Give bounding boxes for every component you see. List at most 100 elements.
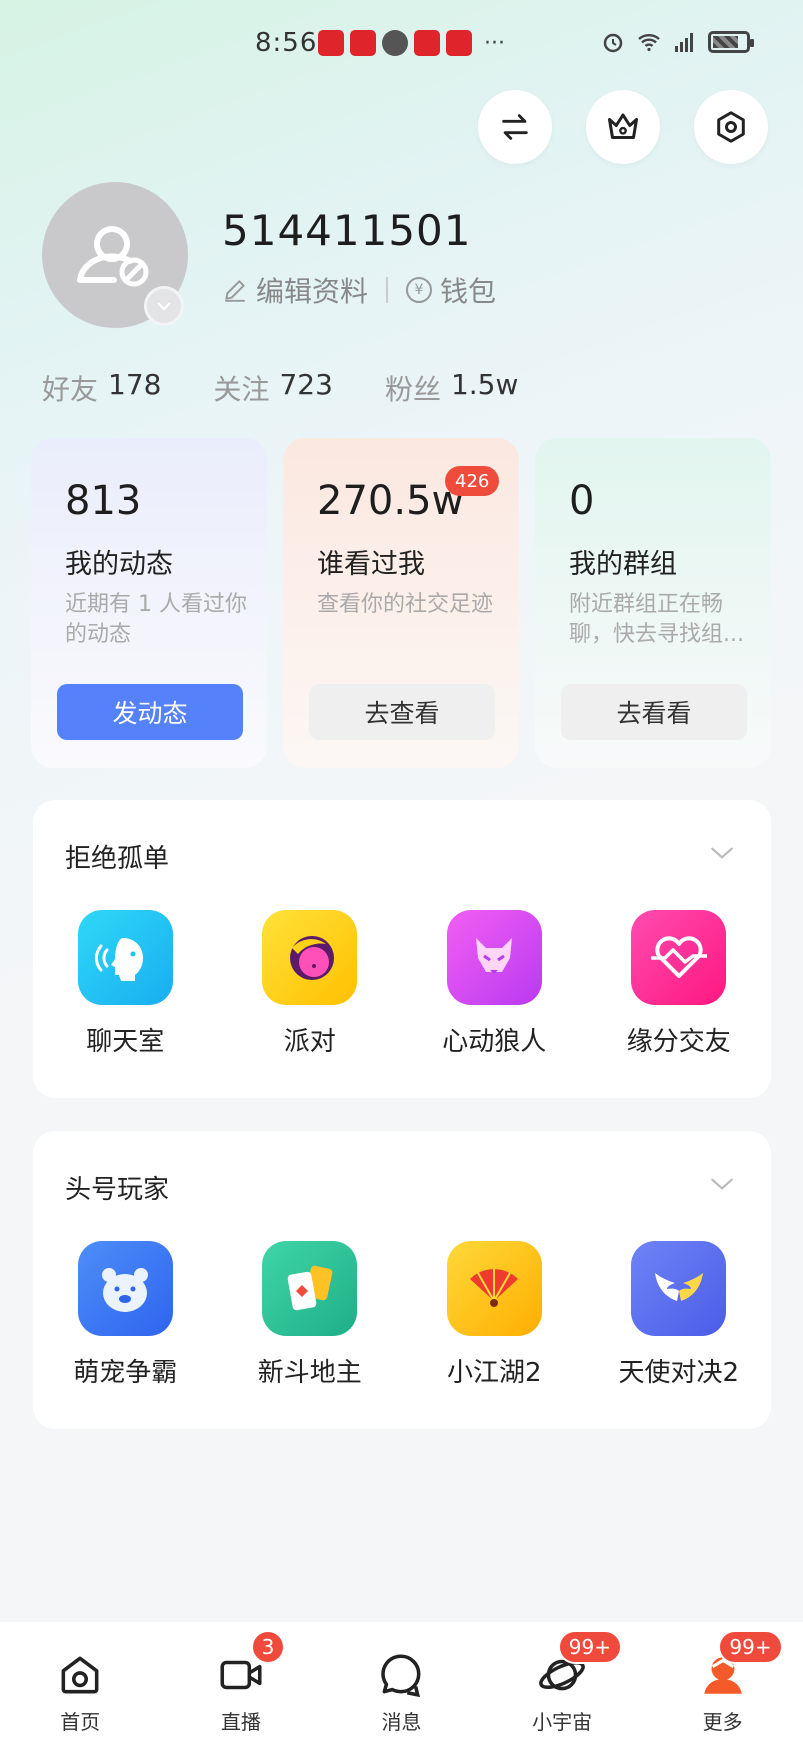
- post-button[interactable]: 发动态: [57, 684, 243, 740]
- app-angel-duel[interactable]: 天使对决2: [587, 1241, 772, 1389]
- wallet-icon: ¥: [406, 277, 433, 303]
- card-title: 谁看过我: [317, 549, 425, 580]
- nav-label: 直播: [220, 1710, 261, 1734]
- system-icons: [600, 30, 754, 54]
- swap-icon: [502, 114, 528, 140]
- settings-button[interactable]: [694, 90, 768, 164]
- profile-actions: 编辑资料 ¥ 钱包: [222, 270, 496, 310]
- bottom-nav: 首页 直播 3 消息 小宇宙 99+ 更多 99+: [0, 1622, 803, 1739]
- message-notification-icon: [382, 30, 408, 56]
- battery-icon: [708, 31, 754, 53]
- browse-groups-button[interactable]: 去看看: [561, 684, 747, 740]
- stat-following[interactable]: 关注 723: [213, 368, 332, 408]
- switch-account-button[interactable]: [478, 90, 552, 164]
- nav-universe[interactable]: 小宇宙 99+: [482, 1622, 643, 1739]
- notification-icons: ···: [318, 30, 505, 56]
- app-label: 小江湖2: [446, 1358, 542, 1388]
- alarm-icon: [603, 33, 623, 53]
- nav-more[interactable]: 更多 99+: [642, 1622, 803, 1739]
- app-label: 派对: [283, 1027, 336, 1057]
- app-grid: 萌宠争霸 新斗地主 小江湖2 天使对决2: [33, 1241, 771, 1389]
- view-button[interactable]: 去查看: [309, 684, 495, 740]
- app-label: 心动狼人: [442, 1027, 547, 1057]
- message-bubble-icon: [381, 1654, 421, 1698]
- card-description: 近期有 1 人看过你的动态: [65, 592, 247, 647]
- card-title: 我的动态: [65, 549, 173, 580]
- app-notification-icon: [318, 30, 344, 56]
- stat-fans[interactable]: 粉丝 1.5w: [385, 368, 518, 408]
- app-party[interactable]: 派对: [218, 910, 403, 1058]
- app-label: 聊天室: [86, 1027, 165, 1057]
- card-title: 我的群组: [569, 549, 677, 580]
- app-heart-match[interactable]: 缘分交友: [587, 910, 772, 1058]
- section-title: 头号玩家: [65, 1175, 170, 1205]
- app-label: 新斗地主: [257, 1358, 362, 1388]
- pencil-icon: [225, 280, 245, 302]
- more-notifications: ···: [484, 30, 505, 56]
- nav-label: 更多: [702, 1710, 743, 1734]
- werewolf-icon: [446, 910, 542, 1005]
- heart-match-icon: [631, 910, 727, 1005]
- chat-room-icon: [77, 910, 173, 1005]
- stat-label: 粉丝: [384, 373, 441, 406]
- app-landlord[interactable]: 新斗地主: [218, 1241, 403, 1389]
- my-groups-card[interactable]: 0 我的群组 附近群组正在畅聊，快去寻找组... 去看看: [535, 438, 771, 768]
- app-notification-icon: [414, 30, 440, 56]
- card-number: 270.5w: [317, 478, 465, 524]
- app-grid: 聊天室 派对 心动狼人 缘分交友: [33, 910, 771, 1058]
- live-badge: 3: [250, 1630, 286, 1664]
- status-time: 8:56: [255, 28, 318, 58]
- card-description: 附近群组正在畅聊，快去寻找组...: [569, 592, 744, 647]
- app-notification-icon: [446, 30, 472, 56]
- wings-icon: [631, 1241, 727, 1336]
- divider: [386, 277, 389, 303]
- bear-icon: [77, 1241, 173, 1336]
- edit-profile-button[interactable]: 编辑资料: [222, 270, 368, 310]
- stat-value: 1.5w: [450, 368, 519, 401]
- more-badge: 99+: [718, 1630, 783, 1664]
- profile-stats: 好友 178 关注 723 粉丝 1.5w: [42, 368, 570, 408]
- app-werewolf[interactable]: 心动狼人: [402, 910, 587, 1058]
- section-title: 拒绝孤单: [65, 844, 170, 874]
- stat-value: 723: [279, 368, 333, 401]
- nav-live[interactable]: 直播 3: [161, 1622, 322, 1739]
- app-label: 缘分交友: [626, 1027, 731, 1057]
- universe-badge: 99+: [557, 1630, 622, 1664]
- wallet-button[interactable]: ¥ 钱包: [406, 270, 496, 310]
- home-icon: [61, 1656, 99, 1694]
- card-description: 查看你的社交足迹: [317, 592, 494, 617]
- section-games: 头号玩家 萌宠争霸 新斗地主 小江湖2 天使对决2: [33, 1131, 771, 1429]
- app-chat-room[interactable]: 聊天室: [33, 910, 218, 1058]
- crown-icon: [608, 113, 638, 139]
- nav-home[interactable]: 首页: [0, 1622, 161, 1739]
- chevron-down-icon[interactable]: [709, 1171, 735, 1197]
- nav-label: 消息: [381, 1710, 422, 1734]
- nav-label: 首页: [60, 1710, 101, 1734]
- new-views-badge: 426: [445, 466, 500, 496]
- stat-friends[interactable]: 好友 178: [42, 368, 161, 408]
- username: 514411501: [222, 206, 472, 255]
- nav-label: 小宇宙: [532, 1710, 593, 1734]
- my-posts-card[interactable]: 813 我的动态 近期有 1 人看过你的动态 发动态: [31, 438, 267, 768]
- vip-button[interactable]: [586, 90, 660, 164]
- edit-profile-label: 编辑资料: [256, 275, 369, 308]
- card-number: 813: [65, 478, 142, 524]
- chevron-down-icon[interactable]: [709, 840, 735, 866]
- stat-label: 好友: [42, 373, 99, 406]
- wifi-icon: [638, 34, 660, 52]
- app-pet-battle[interactable]: 萌宠争霸: [33, 1241, 218, 1389]
- status-bar: 8:56 ···: [0, 22, 803, 66]
- nav-messages[interactable]: 消息: [321, 1622, 482, 1739]
- app-label: 萌宠争霸: [73, 1358, 178, 1388]
- cards-icon: [262, 1241, 358, 1336]
- card-number: 0: [569, 478, 595, 524]
- signal-icon: [675, 33, 693, 52]
- app-notification-icon: [350, 30, 376, 56]
- wallet-label: 钱包: [440, 275, 497, 308]
- app-jianghu[interactable]: 小江湖2: [402, 1241, 587, 1389]
- fan-icon: [446, 1241, 542, 1336]
- app-label: 天使对决2: [618, 1358, 740, 1388]
- avatar-dropdown-button[interactable]: [144, 286, 184, 326]
- who-viewed-me-card[interactable]: 270.5w 426 谁看过我 查看你的社交足迹 去查看: [283, 438, 519, 768]
- stat-value: 178: [108, 368, 162, 401]
